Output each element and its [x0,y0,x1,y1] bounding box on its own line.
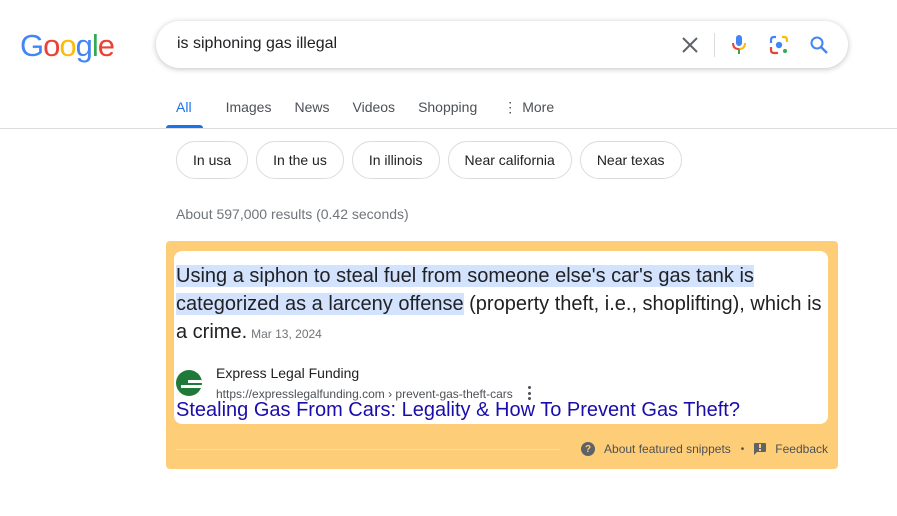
tab-more[interactable]: ⋮ More [503,88,554,128]
tab-news[interactable]: News [294,88,329,128]
site-name[interactable]: Express Legal Funding [216,365,359,381]
about-featured-snippets-link[interactable]: About featured snippets [604,442,731,456]
featured-snippet: Using a siphon to steal fuel from someon… [166,241,838,469]
chip-in-illinois[interactable]: In illinois [351,141,440,179]
chip-near-california[interactable]: Near california [447,141,572,179]
google-lens-icon[interactable] [767,33,791,57]
logo-letter: G [20,28,44,63]
featured-snippet-card: Using a siphon to steal fuel from someon… [174,251,828,424]
tabs-divider [0,128,897,129]
logo-letter: o [59,28,76,63]
tab-more-label: More [522,99,555,115]
logo-letter: e [97,28,115,63]
logo-letter: o [43,28,60,63]
result-stats: About 597,000 results (0.42 seconds) [176,206,409,222]
tab-shopping[interactable]: Shopping [418,88,477,128]
search-divider [714,33,715,57]
vertical-dots-icon: ⋮ [503,99,518,115]
chip-in-the-us[interactable]: In the us [256,141,344,179]
clear-icon[interactable] [678,33,702,57]
help-icon: ? [581,442,596,456]
feedback-link[interactable]: Feedback [775,442,828,456]
site-favicon-icon [176,370,202,396]
search-tabs: All Images News Videos Shopping ⋮ More [166,88,577,128]
snippet-footer-divider [176,449,560,450]
snippet-date: Mar 13, 2024 [251,327,322,341]
snippet-footer: ? About featured snippets • Feedback [581,442,828,456]
microphone-icon[interactable] [727,33,751,57]
search-icon[interactable] [807,33,831,57]
footer-separator: • [740,443,745,455]
snippet-source[interactable]: Express Legal Funding https://expressleg… [176,365,816,401]
chip-near-texas[interactable]: Near texas [579,141,682,179]
tab-videos[interactable]: Videos [353,88,396,128]
snippet-answer: Using a siphon to steal fuel from someon… [176,262,824,348]
tab-all[interactable]: All [166,88,203,128]
feedback-icon [754,443,767,455]
search-box [156,21,848,68]
result-title-link[interactable]: Stealing Gas From Cars: Legality & How T… [176,399,740,422]
google-logo[interactable]: Google [20,28,115,64]
tab-images[interactable]: Images [226,88,272,128]
chip-in-usa[interactable]: In usa [176,141,249,179]
logo-letter: g [75,28,93,63]
search-input[interactable] [177,35,657,53]
refinement-chips: In usa In the us In illinois Near califo… [176,141,682,179]
